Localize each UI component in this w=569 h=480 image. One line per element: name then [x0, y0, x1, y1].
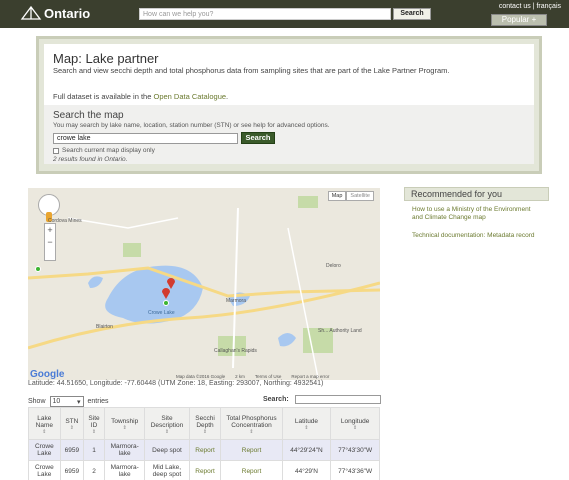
report-error-link[interactable]: Report a map error	[291, 374, 329, 379]
table-row: Crowe Lake 6959 1 Marmora-lake Deep spot…	[28, 439, 380, 461]
table-row: Crowe Lake 6959 2 Marmora-lake Mid Lake,…	[28, 460, 380, 480]
table-cell: Marmora-lake	[104, 460, 146, 480]
table-cell: 6959	[59, 439, 84, 461]
results-count: 2 results found in Ontario.	[53, 156, 128, 163]
lang-separator: |	[532, 3, 535, 10]
table-cell: Marmora-lake	[104, 439, 146, 461]
table-cell: Report	[220, 439, 283, 461]
column-header[interactable]: Total Phosphorus Concentration ⇕	[220, 407, 283, 440]
popular-button[interactable]: Popular +	[491, 14, 547, 26]
show-label: Show	[28, 398, 46, 405]
coordinates-readout: Latitude: 44.51650, Longitude: -77.60448…	[28, 380, 324, 387]
phosphorus-report-link[interactable]: Report	[242, 447, 262, 454]
search-map-section: Search the map You may search by lake na…	[44, 105, 534, 164]
column-header[interactable]: Longitude ⇕	[330, 407, 380, 440]
recommended-link-metadata[interactable]: Technical documentation: Metadata record	[412, 232, 542, 240]
zoom-control[interactable]: + −	[44, 223, 56, 261]
column-header[interactable]: Secchi Depth ⇕	[188, 407, 222, 440]
table-cell: 2	[82, 460, 106, 480]
table-length-control: Show 10 ▾ entries	[28, 396, 109, 407]
map-label-callaghans: Callaghan's Rapids	[214, 348, 257, 354]
chevron-down-icon: ▾	[77, 398, 81, 406]
contact-link[interactable]: contact us	[499, 3, 531, 10]
table-cell: Crowe Lake	[28, 439, 61, 461]
map-marker-icon[interactable]	[161, 286, 171, 299]
map-search-button[interactable]: Search	[241, 132, 275, 144]
map-type-map-button[interactable]: Map	[327, 191, 347, 201]
map-label-cordova: Cordova Mines	[48, 218, 82, 224]
map-label-authority: Sh... Authority Land	[318, 328, 362, 334]
ontario-logo[interactable]: Ontario	[20, 5, 90, 21]
current-map-checkbox-row[interactable]: Search current map display only	[53, 147, 155, 154]
table-cell: 44°29'24"N	[281, 439, 332, 461]
column-header[interactable]: Latitude ⇕	[281, 407, 332, 440]
search-map-title: Search the map	[53, 110, 124, 121]
table-cell: 77°43'30"W	[330, 439, 380, 461]
page-title: Map: Lake partner	[53, 51, 159, 66]
current-map-checkbox-label: Search current map display only	[62, 147, 155, 154]
column-header[interactable]: STN ⇕	[59, 407, 84, 440]
map-label-blairton: Blairton	[96, 324, 113, 330]
map-search-input[interactable]: crowe lake	[53, 133, 238, 144]
table-cell: Deep spot	[144, 439, 190, 461]
recommended-heading: Recommended for you	[404, 187, 549, 201]
table-cell: 77°43'36"W	[330, 460, 380, 480]
entries-value: 10	[52, 398, 61, 405]
table-cell: 44°29'N	[281, 460, 332, 480]
map-type-satellite-button[interactable]: Satellite	[346, 191, 374, 201]
map-canvas[interactable]	[28, 188, 380, 380]
map-type-toggle: Map Satellite	[327, 191, 374, 201]
zoom-out-icon[interactable]: −	[45, 236, 55, 248]
table-cell: Crowe Lake	[28, 460, 61, 480]
column-header[interactable]: Site Description ⇕	[144, 407, 190, 440]
map-view[interactable]: Map Satellite + − Cordova Mines Marmora …	[28, 188, 380, 380]
intro-panel-inner: Map: Lake partner Search and view secchi…	[44, 44, 534, 164]
table-cell: Report	[220, 460, 283, 480]
table-cell: Report	[188, 460, 222, 480]
column-header[interactable]: Lake Name ⇕	[28, 407, 61, 440]
secchi-report-link[interactable]: Report	[195, 447, 215, 454]
zoom-in-icon[interactable]: +	[45, 224, 55, 236]
map-scale: 2 km	[235, 374, 245, 379]
table-search-label: Search:	[263, 396, 289, 403]
location-dot-icon	[163, 300, 169, 306]
language-link[interactable]: français	[536, 3, 561, 10]
top-header: Ontario How can we help you? Search cont…	[0, 0, 569, 28]
open-data-link[interactable]: Open Data Catalogue	[153, 92, 226, 101]
terms-link[interactable]: Terms of Use	[255, 374, 282, 379]
column-header[interactable]: Township ⇕	[104, 407, 146, 440]
entries-select[interactable]: 10 ▾	[49, 396, 84, 407]
table-header-row: Lake Name ⇕ STN ⇕ Site ID ⇕ Township ⇕ Site …	[28, 407, 380, 440]
phosphorus-report-link[interactable]: Report	[242, 468, 262, 475]
search-map-help: You may search by lake name, location, s…	[53, 122, 330, 129]
recommended-link-how-to[interactable]: How to use a Ministry of the Environment…	[412, 206, 542, 222]
results-table: Lake Name ⇕ STN ⇕ Site ID ⇕ Township ⇕ Site …	[28, 407, 380, 480]
column-header[interactable]: Site ID ⇕	[82, 407, 106, 440]
site-search-button[interactable]: Search	[393, 8, 431, 20]
map-data-credit: Map data ©2016 Google	[176, 374, 226, 379]
table-cell: 6959	[59, 460, 84, 480]
current-map-checkbox[interactable]	[53, 147, 59, 154]
entries-label: entries	[87, 398, 109, 405]
dataset-suffix: .	[226, 92, 229, 101]
map-label-crowe-lake: Crowe Lake	[148, 310, 175, 316]
brand-name: Ontario	[44, 5, 91, 21]
map-footer: Map data ©2016 Google 2 km Terms of Use …	[176, 374, 329, 379]
table-cell: 1	[82, 439, 106, 461]
site-search-input[interactable]: How can we help you?	[139, 8, 391, 20]
map-label-marmora: Marmora	[226, 298, 247, 304]
map-label-deloro: Deloro	[326, 263, 341, 269]
trillium-icon	[20, 5, 42, 20]
top-links: contact us | français	[499, 3, 561, 10]
table-search-input[interactable]	[295, 395, 381, 404]
table-cell: Report	[188, 439, 222, 461]
table-cell: Mid Lake, deep spot	[144, 460, 190, 480]
intro-panel: Map: Lake partner Search and view secchi…	[36, 36, 542, 174]
secchi-report-link[interactable]: Report	[195, 468, 215, 475]
page-description: Search and view secchi depth and total p…	[53, 66, 450, 75]
dataset-note: Full dataset is available in the Open Da…	[53, 92, 228, 101]
location-dot-icon	[35, 266, 41, 272]
google-logo: Google	[30, 369, 65, 380]
dataset-prefix: Full dataset is available in the	[53, 92, 154, 101]
